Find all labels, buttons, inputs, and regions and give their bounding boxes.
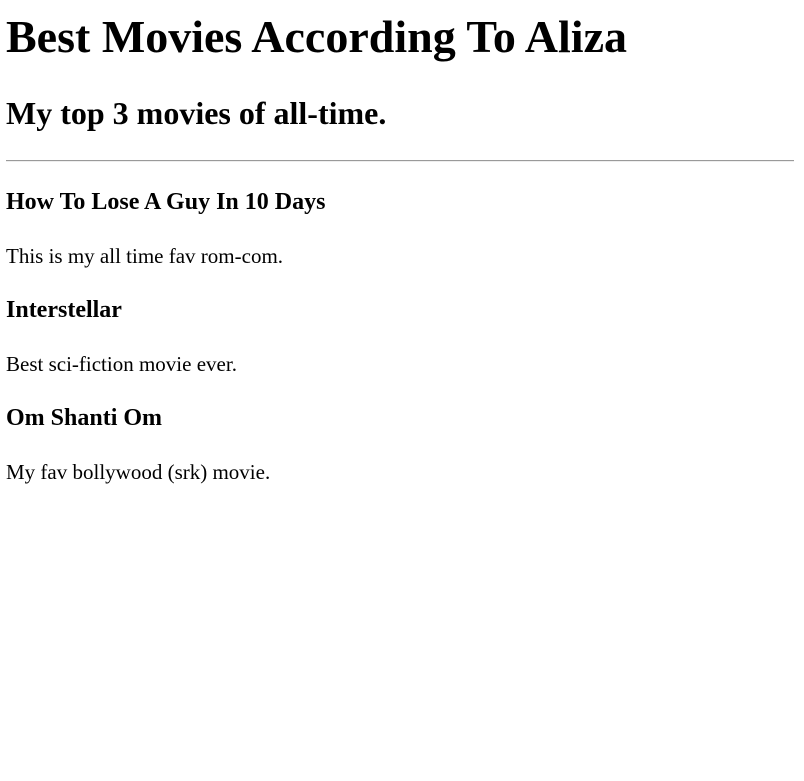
page-title: Best Movies According To Aliza [6, 11, 627, 62]
movie-title: Om Shanti Om [6, 405, 163, 431]
movie-description: This is my all time fav rom-com. [6, 244, 284, 268]
page-content: Best Movies According To Aliza My top 3 … [0, 11, 804, 485]
list-item: How To Lose A Guy In 10 Days This is my … [6, 188, 794, 269]
movie-list: How To Lose A Guy In 10 Days This is my … [6, 188, 794, 485]
movie-description: My fav bollywood (srk) movie. [6, 460, 271, 484]
movie-description: Best sci-fiction movie ever. [6, 352, 237, 376]
page-subtitle: My top 3 movies of all-time. [6, 95, 387, 131]
movie-title: Interstellar [6, 297, 122, 323]
divider [6, 160, 794, 162]
list-item: Interstellar Best sci-fiction movie ever… [6, 296, 794, 377]
movie-title: How To Lose A Guy In 10 Days [6, 189, 326, 215]
list-item: Om Shanti Om My fav bollywood (srk) movi… [6, 404, 794, 485]
